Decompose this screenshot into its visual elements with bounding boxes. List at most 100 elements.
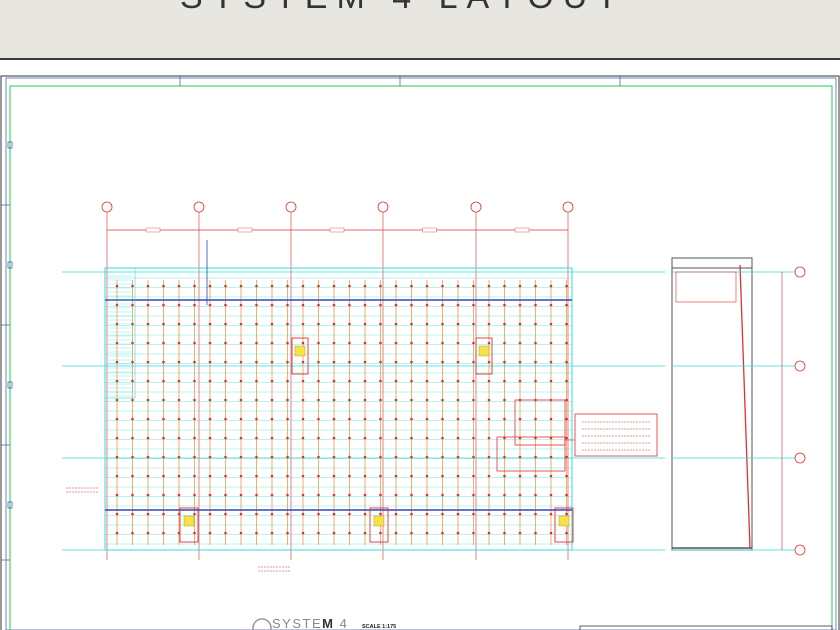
- sprinkler-head: [162, 436, 165, 440]
- sprinkler-head: [363, 493, 367, 497]
- sprinkler-head: [410, 531, 413, 535]
- drawing-title: SYSTEM 4: [272, 616, 348, 630]
- sprinkler-head: [239, 493, 243, 497]
- sprinkler-head: [487, 303, 491, 307]
- sprinkler-head: [239, 417, 243, 421]
- sprinkler-head: [115, 474, 119, 478]
- sprinkler-head: [162, 531, 165, 535]
- sprinkler-head: [410, 417, 413, 421]
- sprinkler-head: [177, 493, 181, 497]
- sprinkler-head: [239, 379, 243, 383]
- sprinkler-head: [208, 360, 212, 364]
- sprinkler-head: [363, 531, 367, 535]
- sprinkler-head: [503, 284, 506, 288]
- sprinkler-head: [518, 379, 522, 383]
- sprinkler-head: [301, 379, 305, 383]
- sprinkler-head: [332, 436, 336, 440]
- sprinkler-head: [115, 398, 119, 402]
- sprinkler-head: [193, 512, 196, 516]
- sprinkler-head: [115, 531, 119, 535]
- sprinkler-head: [224, 360, 227, 364]
- sprinkler-head: [208, 284, 212, 288]
- sprinkler-head: [224, 341, 227, 345]
- sprinkler-head: [239, 531, 243, 535]
- sprinkler-head: [270, 322, 274, 326]
- section-view: [671, 257, 806, 556]
- sprinkler-head: [162, 284, 165, 288]
- sprinkler-head: [472, 493, 475, 497]
- sprinkler-head: [503, 303, 506, 307]
- sprinkler-head: [425, 531, 429, 535]
- drawing-title-prefix: SYSTE: [272, 616, 322, 630]
- sprinkler-head: [239, 474, 243, 478]
- sprinkler-head: [224, 436, 227, 440]
- sprinkler-head: [193, 398, 196, 402]
- sprinkler-head: [162, 379, 165, 383]
- sprinkler-head: [301, 493, 305, 497]
- drawing-title-emphasis: M: [322, 616, 334, 630]
- sprinkler-head: [456, 379, 460, 383]
- sprinkler-head: [301, 417, 305, 421]
- sprinkler-head: [239, 436, 243, 440]
- dimension-tag: [514, 227, 530, 233]
- sprinkler-head: [394, 474, 398, 478]
- sprinkler-head: [441, 303, 444, 307]
- sprinkler-head: [472, 379, 475, 383]
- sprinkler-head: [565, 379, 568, 383]
- sprinkler-head: [193, 455, 196, 459]
- sprinkler-head: [394, 531, 398, 535]
- sprinkler-head: [549, 360, 553, 364]
- sprinkler-head: [131, 493, 134, 497]
- sprinkler-head: [456, 398, 460, 402]
- sprinkler-head: [177, 379, 181, 383]
- sprinkler-head: [565, 417, 568, 421]
- sprinkler-head: [549, 474, 553, 478]
- sprinkler-head: [270, 455, 274, 459]
- sprinkler-head: [487, 455, 491, 459]
- sprinkler-head: [410, 341, 413, 345]
- sprinkler-head: [487, 322, 491, 326]
- sprinkler-head: [363, 341, 367, 345]
- sprinkler-head: [317, 284, 320, 288]
- valve-room: [496, 436, 566, 472]
- sprinkler-head: [286, 417, 289, 421]
- sprinkler-head: [394, 398, 398, 402]
- sprinkler-head: [394, 303, 398, 307]
- sprinkler-head: [317, 322, 320, 326]
- sprinkler-head: [255, 322, 258, 326]
- sprinkler-head: [177, 341, 181, 345]
- equipment-marker: [294, 345, 306, 357]
- sprinkler-head: [565, 284, 568, 288]
- sprinkler-head: [394, 417, 398, 421]
- sprinkler-head: [177, 398, 181, 402]
- sprinkler-head: [286, 436, 289, 440]
- sprinkler-head: [456, 493, 460, 497]
- grid-bubble: [377, 201, 389, 213]
- grid-bubble: [101, 201, 113, 213]
- sprinkler-head: [270, 531, 274, 535]
- sprinkler-head: [534, 417, 537, 421]
- sprinkler-head: [131, 398, 134, 402]
- sprinkler-head: [255, 360, 258, 364]
- sprinkler-head: [255, 284, 258, 288]
- sprinkler-head: [115, 493, 119, 497]
- grid-bubble: [562, 201, 574, 213]
- sprinkler-head: [146, 303, 150, 307]
- sprinkler-head: [518, 284, 522, 288]
- sprinkler-head: [534, 322, 537, 326]
- sprinkler-head: [549, 322, 553, 326]
- dimension-tag: [422, 227, 437, 233]
- sprinkler-head: [518, 512, 522, 516]
- sprinkler-head: [332, 303, 336, 307]
- sprinkler-head: [255, 417, 258, 421]
- sprinkler-head: [503, 341, 506, 345]
- sprinkler-head: [534, 303, 537, 307]
- sprinkler-head: [441, 512, 444, 516]
- sprinkler-head: [394, 379, 398, 383]
- sprinkler-head: [224, 474, 227, 478]
- sprinkler-head: [332, 417, 336, 421]
- drawing-sheet: SYSTEM 4 SCALE 1:175: [0, 75, 840, 630]
- sprinkler-head: [534, 341, 537, 345]
- sprinkler-head: [131, 417, 134, 421]
- sprinkler-head: [503, 379, 506, 383]
